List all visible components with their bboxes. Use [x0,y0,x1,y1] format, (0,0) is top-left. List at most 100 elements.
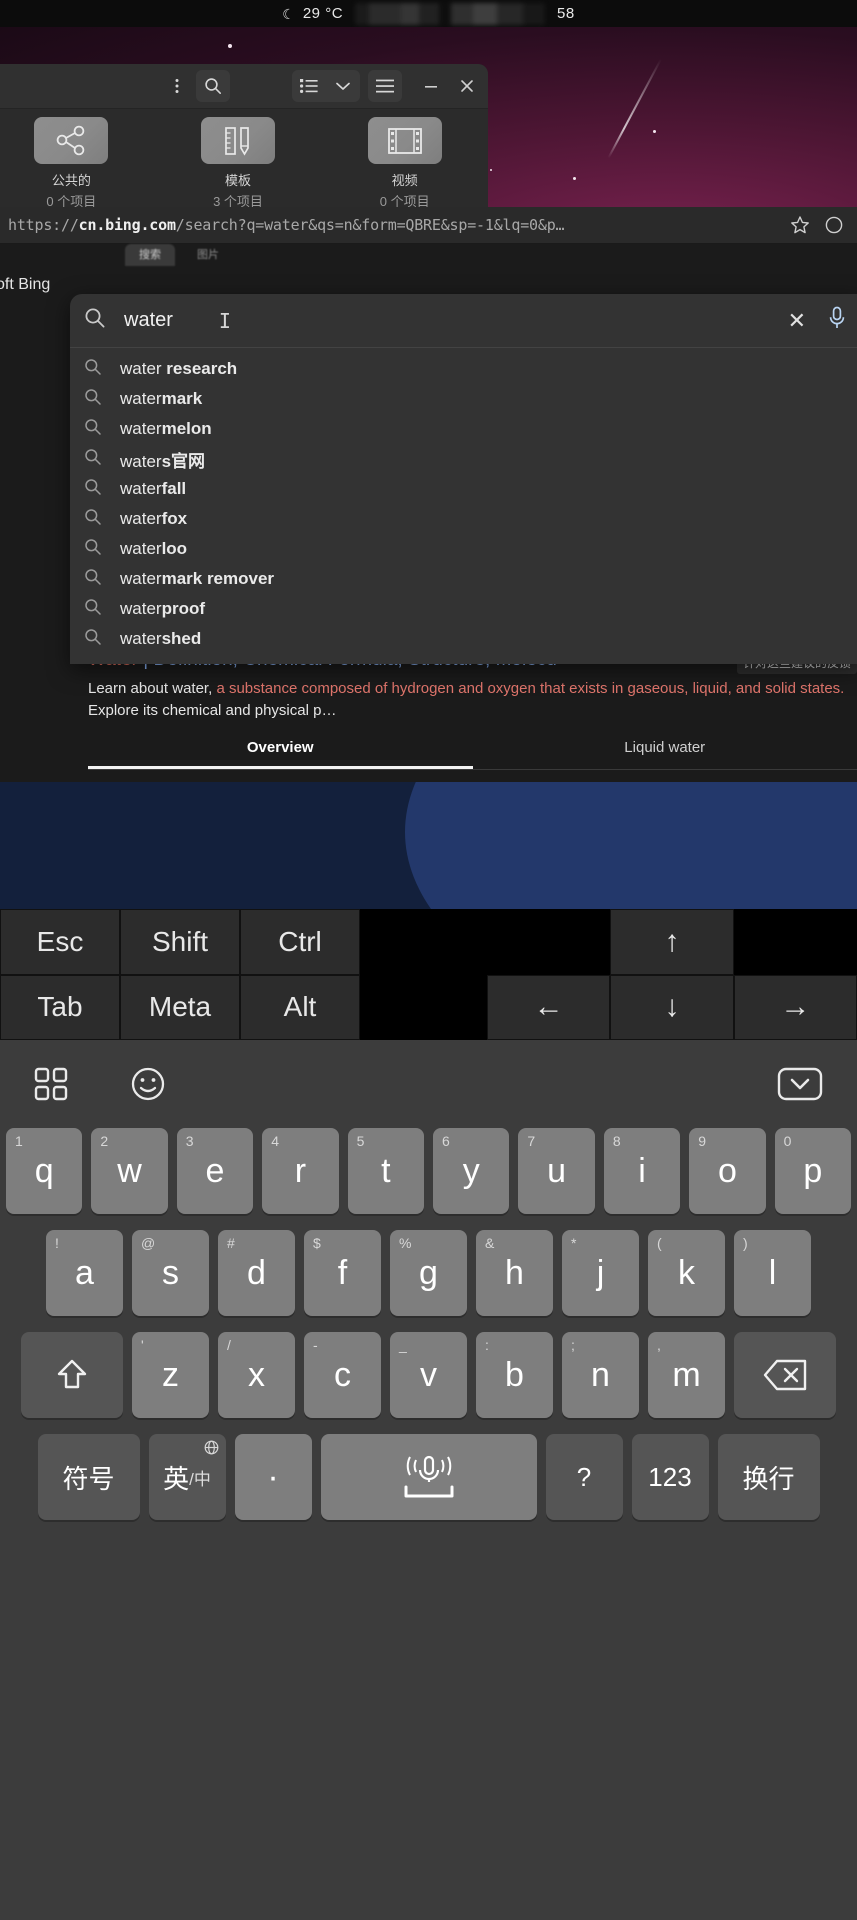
key-n[interactable]: ; n [562,1332,639,1418]
key-f[interactable]: $ f [304,1230,381,1316]
keyboard-row-2: ! a @ s # d $ f % g & h * j (k ) l [6,1230,851,1316]
suggestion-completion: s官网 [161,451,206,471]
url-text[interactable]: https://cn.bing.com/search?q=water&qs=n&… [6,216,783,234]
grid-apps-icon[interactable] [34,1067,68,1101]
kebab-menu-icon[interactable] [160,70,194,102]
list-item[interactable]: waters官网 [70,444,857,474]
hamburger-menu-icon[interactable] [368,70,402,102]
key-e[interactable]: 3e [176,1128,254,1214]
chevron-down-icon[interactable] [326,70,360,102]
list-item[interactable]: watershed [70,624,857,654]
key-t[interactable]: 5t [347,1128,424,1214]
keyboard-row-3: ' z / x -c _ v :b ; n ,m [6,1332,851,1418]
key-m[interactable]: ,m [648,1332,725,1418]
key-dot[interactable]: · [234,1434,312,1520]
list-item[interactable]: watermark remover [70,564,857,594]
emoji-smiley-icon[interactable] [130,1066,166,1102]
key-numeric-mode[interactable]: 123 [631,1434,709,1520]
list-item[interactable]: water research [70,354,857,384]
tab-overview[interactable]: Overview [88,739,473,769]
key-j[interactable]: * j [562,1230,639,1316]
key-c[interactable]: -c [304,1332,381,1418]
list-item[interactable]: waterfall [70,474,857,504]
key-superscript: ; [571,1337,575,1353]
minimize-button[interactable] [414,70,448,102]
key-question-mark[interactable]: ? [545,1434,623,1520]
browser-url-bar[interactable]: https://cn.bing.com/search?q=water&qs=n&… [0,207,857,244]
key-q[interactable]: 1q [5,1128,83,1214]
key-arrow-down[interactable]: ↓ [610,974,734,1040]
key-language-toggle[interactable]: 英/中 [148,1434,226,1520]
key-z[interactable]: ' z [132,1332,209,1418]
key-s[interactable]: @ s [132,1230,209,1316]
key-b[interactable]: :b [476,1332,553,1418]
key-arrow-left[interactable]: ← [487,974,611,1040]
key-arrow-up[interactable]: ↑ [610,909,734,975]
close-icon[interactable]: ✕ [788,308,806,334]
bing-tab-images[interactable]: 图片 [183,244,233,266]
search-icon[interactable] [196,70,230,102]
key-ctrl[interactable]: Ctrl [240,909,360,975]
chevron-down-boxed-icon[interactable] [777,1067,823,1101]
key-w[interactable]: 2w [91,1128,168,1214]
key-a[interactable]: ! a [46,1230,123,1316]
key-meta[interactable]: Meta [120,974,240,1040]
key-superscript: ! [55,1235,59,1251]
key-p[interactable]: 0p [774,1128,852,1214]
folder-item-templates[interactable]: 模板 3 个项目 [155,117,322,210]
key-shift[interactable]: Shift [120,909,240,975]
shift-up-arrow-icon[interactable] [21,1332,123,1418]
search-icon [84,598,102,621]
key-superscript: 1 [14,1133,23,1149]
list-view-icon[interactable] [292,70,326,102]
key-l[interactable]: ) l [734,1230,811,1316]
key-esc[interactable]: Esc [0,909,120,975]
tab-liquid-water[interactable]: Liquid water [473,739,857,769]
microphone-icon[interactable] [828,306,846,335]
key-tab[interactable]: Tab [0,974,120,1040]
backspace-icon[interactable] [734,1332,836,1418]
wallpaper-star [228,44,232,48]
suggestion-prefix: water [120,419,162,438]
key-k[interactable]: (k [648,1230,725,1316]
key-alt[interactable]: Alt [240,974,360,1040]
key-y[interactable]: 6y [433,1128,510,1214]
key-h[interactable]: & h [476,1230,553,1316]
suggestion-text: waterloo [120,539,187,559]
suggestion-text: waters官网 [120,447,205,472]
key-i[interactable]: 8i [603,1128,681,1214]
suggestion-completion: melon [161,419,212,438]
key-v[interactable]: _ v [390,1332,467,1418]
star-icon[interactable] [783,210,817,240]
key-x[interactable]: / x [218,1332,295,1418]
suggestion-prefix: water [120,599,162,618]
more-icon[interactable] [817,210,851,240]
list-item[interactable]: watermelon [70,414,857,444]
key-symbols[interactable]: 符号 [37,1434,140,1520]
suggestion-completion: fall [161,479,187,498]
folder-item-public[interactable]: 公共的 0 个项目 [0,117,155,210]
voice-space-icon[interactable] [320,1434,537,1520]
key-o[interactable]: 9o [689,1128,766,1214]
folder-item-videos[interactable]: 视频 0 个项目 [321,117,488,210]
key-d[interactable]: # d [218,1230,295,1316]
list-item[interactable]: waterproof [70,594,857,624]
key-u[interactable]: 7u [518,1128,595,1214]
ruler-pencil-icon [201,117,275,164]
key-r[interactable]: 4r [262,1128,339,1214]
close-button[interactable] [450,70,484,102]
search-input-row[interactable]: water I ✕ [70,294,857,348]
suggestion-completion: proof [161,599,206,618]
list-item[interactable]: waterfox [70,504,857,534]
key-enter[interactable]: 换行 [717,1434,820,1520]
suggestion-completion: research [161,359,238,378]
key-arrow-right[interactable]: → [733,974,857,1040]
search-input[interactable]: water [124,309,173,332]
suggestion-text: watermelon [120,419,212,439]
bing-tab-search[interactable]: 搜索 [125,244,175,266]
suggestion-text: watermark [120,389,202,409]
key-g[interactable]: % g [390,1230,467,1316]
list-item[interactable]: waterloo [70,534,857,564]
bing-logo[interactable]: oft Bing [0,276,50,294]
list-item[interactable]: watermark [70,384,857,414]
